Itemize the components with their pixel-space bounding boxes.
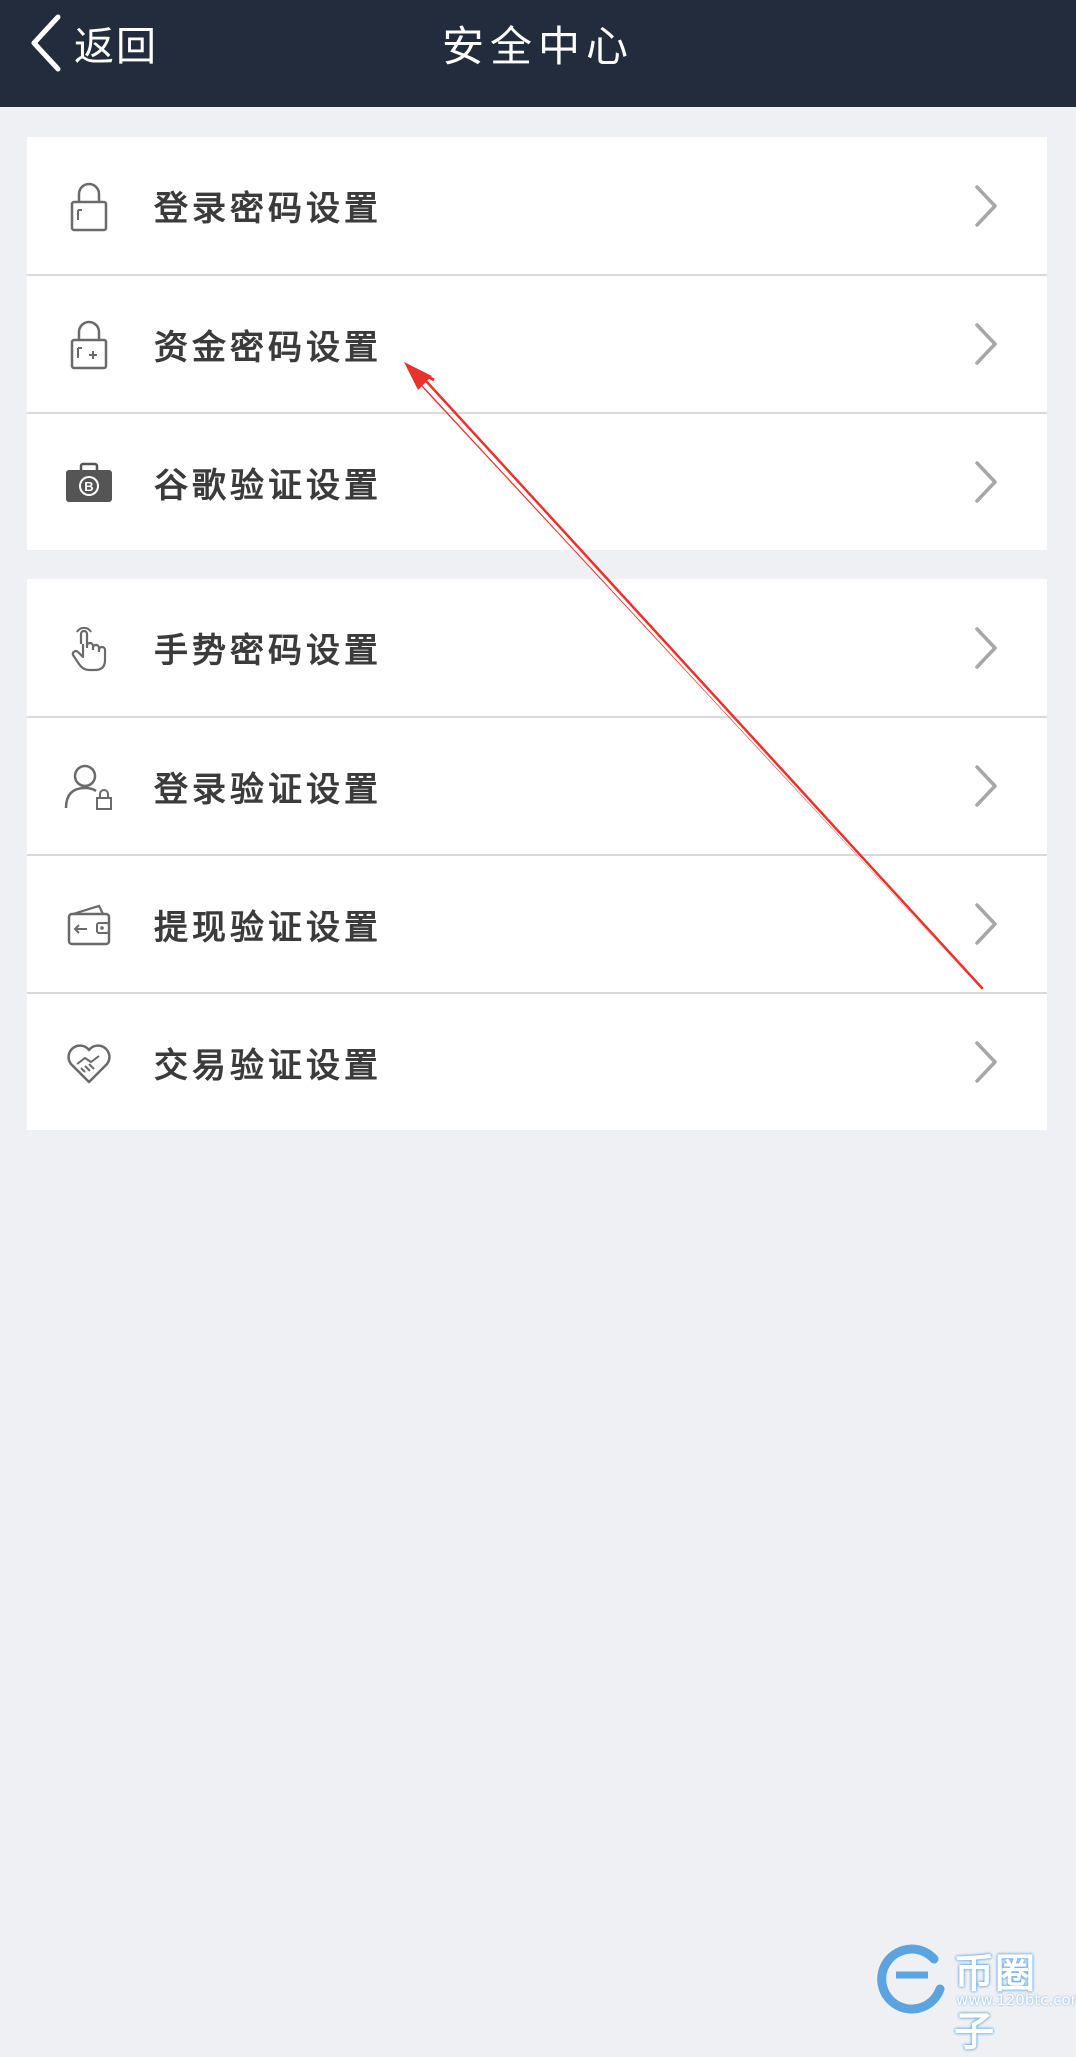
settings-group-2: 手势密码设置 登录验证设置 提现验证设置 交易验证设置 [27, 579, 1047, 1130]
chevron-right-icon [975, 765, 997, 807]
svg-text:B: B [84, 479, 93, 494]
menu-item-gesture-password[interactable]: 手势密码设置 [27, 579, 1047, 716]
chevron-right-icon [975, 184, 997, 227]
handshake-icon [63, 1036, 115, 1088]
watermark-logo: 币圈子 www.120btc.com [872, 1937, 1076, 2055]
menu-item-label: 登录密码设置 [154, 189, 382, 229]
gesture-hand-icon [63, 622, 115, 674]
menu-item-login-password[interactable]: 登录密码设置 [27, 137, 1047, 274]
menu-item-label: 手势密码设置 [154, 631, 382, 671]
chevron-right-icon [975, 903, 997, 945]
menu-item-label: 登录验证设置 [154, 769, 382, 810]
wallet-icon [63, 898, 115, 950]
chevron-right-icon [975, 626, 997, 669]
watermark-url: www.120btc.com [956, 1991, 1076, 2009]
menu-item-fund-password[interactable]: 资金密码设置 [27, 274, 1047, 412]
menu-item-label: 资金密码设置 [154, 327, 382, 368]
menu-item-label: 提现验证设置 [154, 907, 382, 948]
fund-lock-icon [63, 318, 115, 370]
menu-item-label: 谷歌验证设置 [154, 465, 382, 506]
chevron-right-icon [975, 323, 997, 365]
menu-item-withdrawal-verification[interactable]: 提现验证设置 [27, 854, 1047, 992]
chevron-right-icon [975, 461, 997, 503]
lock-icon [63, 180, 115, 232]
menu-item-trade-verification[interactable]: 交易验证设置 [27, 992, 1047, 1130]
top-nav-bar: 返回 安全中心 [0, 0, 1076, 107]
menu-item-label: 交易验证设置 [154, 1045, 382, 1086]
user-lock-icon [63, 760, 115, 812]
settings-group-1: 登录密码设置 资金密码设置 B 谷歌验证设置 [27, 137, 1047, 550]
bitcoin-wallet-icon: B [63, 456, 115, 508]
page-title: 安全中心 [441, 21, 634, 71]
watermark-e-icon [877, 1944, 945, 2014]
menu-item-login-verification[interactable]: 登录验证设置 [27, 716, 1047, 854]
chevron-right-icon [975, 1041, 997, 1083]
menu-item-google-auth[interactable]: B 谷歌验证设置 [27, 412, 1047, 550]
